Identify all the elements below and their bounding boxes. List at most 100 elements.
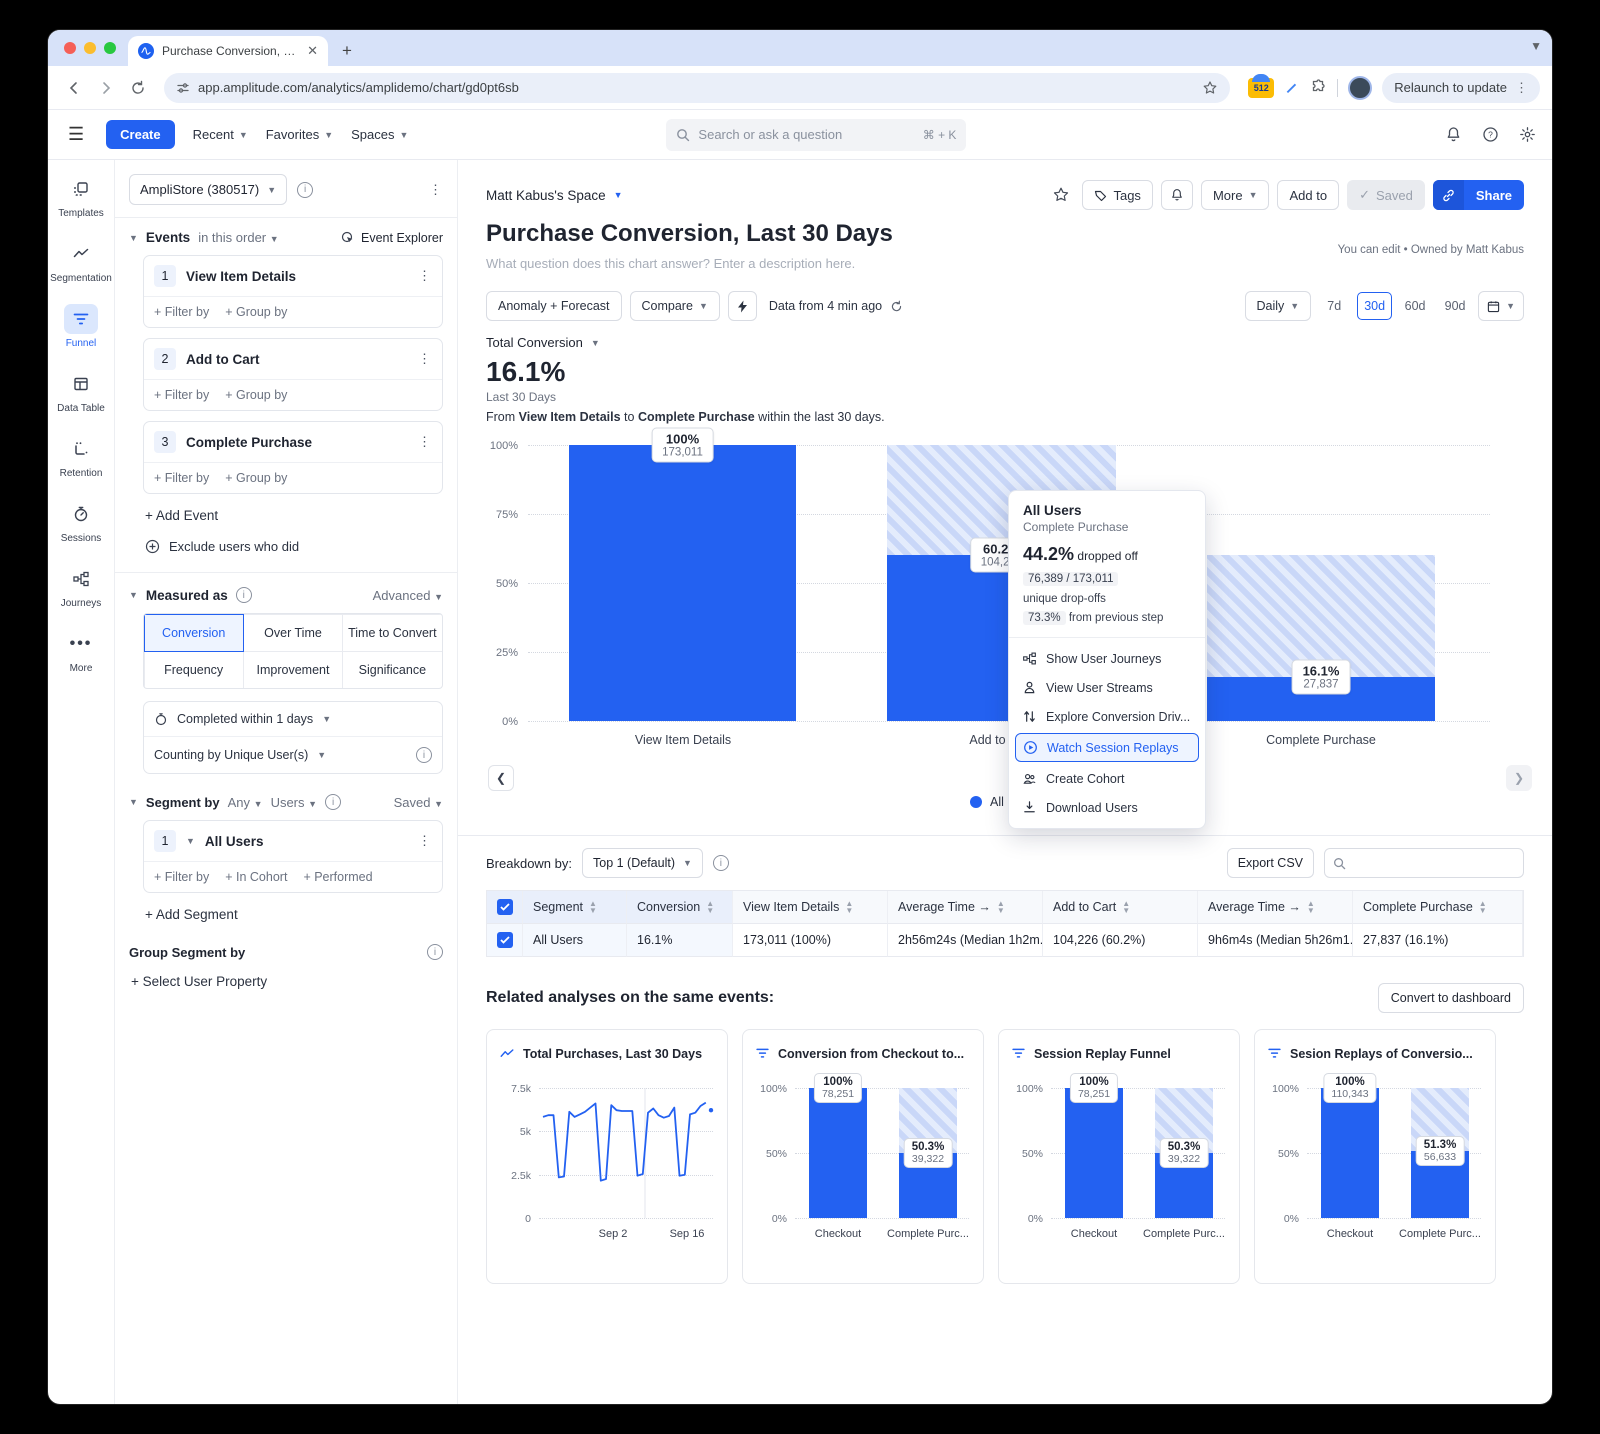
profile-avatar[interactable]	[1348, 76, 1372, 100]
col-average-time-2[interactable]: Average Time →▲▼	[1198, 891, 1353, 924]
site-settings-icon[interactable]	[176, 81, 190, 95]
collapse-chevron-icon[interactable]: ▼	[129, 590, 138, 600]
menu-watch-session-replays[interactable]: Watch Session Replays	[1015, 733, 1199, 762]
export-csv-button[interactable]: Export CSV	[1227, 848, 1314, 878]
filter-by-link[interactable]: + Filter by	[154, 388, 209, 402]
card-session-replay-funnel[interactable]: Session Replay Funnel 100% 50% 0% 100%78…	[998, 1029, 1240, 1284]
tab-time-to-convert[interactable]: Time to Convert	[342, 614, 442, 652]
event-name[interactable]: Add to Cart	[186, 352, 260, 367]
forward-icon[interactable]	[92, 74, 120, 102]
compare-dropdown[interactable]: Compare▼	[630, 291, 720, 321]
back-icon[interactable]	[60, 74, 88, 102]
bookmark-star-icon[interactable]	[1202, 80, 1218, 96]
rail-item-journeys[interactable]: Journeys	[50, 564, 112, 609]
group-by-link[interactable]: + Group by	[225, 471, 287, 485]
metric-chevron-icon[interactable]: ▼	[591, 338, 600, 348]
sort-icon[interactable]: ▲▼	[1307, 900, 1315, 914]
table-row[interactable]: All Users 16.1% 173,011 (100%) 2h56m24s …	[487, 924, 1523, 957]
menu-explore-conversion-drivers[interactable]: Explore Conversion Driv...	[1009, 702, 1205, 731]
col-segment[interactable]: Segment▲▼	[523, 891, 627, 924]
share-button[interactable]: Share	[1433, 180, 1524, 210]
rail-item-sessions[interactable]: Sessions	[50, 499, 112, 544]
rail-item-data-table[interactable]: Data Table	[50, 369, 112, 414]
create-button[interactable]: Create	[106, 120, 174, 149]
tab-search-chevron-icon[interactable]: ▼	[1530, 39, 1542, 53]
date-range-picker[interactable]: ▼	[1478, 291, 1524, 321]
col-view-item-details[interactable]: View Item Details▲▼	[733, 891, 888, 924]
menu-download-users[interactable]: Download Users	[1009, 793, 1205, 822]
segment-chevron-icon[interactable]: ▼	[186, 836, 195, 846]
rail-item-templates[interactable]: Templates	[50, 174, 112, 219]
menu-show-user-journeys[interactable]: Show User Journeys	[1009, 644, 1205, 673]
maximize-window-button[interactable]	[104, 42, 116, 54]
panel-kebab-icon[interactable]: ⋮	[429, 182, 443, 198]
menu-create-cohort[interactable]: Create Cohort	[1009, 764, 1205, 793]
alert-bell-button[interactable]	[1161, 180, 1193, 210]
browser-menu-icon[interactable]: ⋮	[1515, 80, 1528, 96]
collapse-chevron-icon[interactable]: ▼	[129, 797, 138, 807]
filter-by-link[interactable]: + Filter by	[154, 471, 209, 485]
sort-icon[interactable]: ▲▼	[845, 900, 853, 914]
copy-link-icon[interactable]	[1433, 180, 1464, 210]
col-complete-purchase[interactable]: Complete Purchase▲▼	[1353, 891, 1523, 924]
pencil-extension-icon[interactable]	[1284, 80, 1300, 96]
rail-item-segmentation[interactable]: Segmentation	[50, 239, 112, 284]
mac-window-controls[interactable]	[56, 30, 128, 66]
page-description[interactable]: What question does this chart answer? En…	[486, 256, 1524, 271]
in-cohort-link[interactable]: + In Cohort	[225, 870, 287, 884]
new-tab-button[interactable]: +	[334, 38, 360, 64]
tab-close-icon[interactable]: ✕	[307, 43, 318, 59]
scroll-right-button[interactable]: ❯	[1506, 765, 1532, 791]
rail-item-more[interactable]: ••• More	[50, 629, 112, 674]
col-add-to-cart[interactable]: Add to Cart▲▼	[1043, 891, 1198, 924]
address-bar[interactable]: app.amplitude.com/analytics/amplidemo/ch…	[164, 73, 1230, 103]
reload-icon[interactable]	[124, 74, 152, 102]
completed-within-dropdown[interactable]: Completed within 1 days▼	[144, 702, 442, 736]
sort-icon[interactable]: ▲▼	[1479, 900, 1487, 914]
tags-button[interactable]: Tags	[1082, 180, 1152, 210]
relaunch-button[interactable]: Relaunch to update ⋮	[1382, 73, 1540, 103]
info-icon[interactable]: i	[236, 587, 252, 603]
info-icon[interactable]: i	[427, 944, 443, 960]
extensions-puzzle-icon[interactable]	[1310, 79, 1327, 96]
granularity-dropdown[interactable]: Daily▼	[1245, 291, 1312, 321]
advanced-dropdown[interactable]: Advanced ▼	[373, 588, 443, 603]
range-30d[interactable]: 30d	[1357, 292, 1392, 320]
space-chevron-icon[interactable]: ▼	[614, 190, 623, 200]
row-checkbox[interactable]	[487, 924, 523, 957]
add-to-button[interactable]: Add to	[1277, 180, 1339, 210]
group-by-link[interactable]: + Group by	[225, 305, 287, 319]
notifications-bell-icon[interactable]	[1445, 126, 1462, 143]
range-90d[interactable]: 90d	[1438, 292, 1472, 320]
sort-icon[interactable]: ▲▼	[589, 900, 597, 914]
info-icon[interactable]: i	[325, 794, 341, 810]
convert-to-dashboard-button[interactable]: Convert to dashboard	[1378, 983, 1524, 1013]
hamburger-menu-icon[interactable]: ☰	[64, 124, 88, 145]
event-name[interactable]: Complete Purchase	[186, 435, 312, 450]
anomaly-forecast-button[interactable]: Anomaly + Forecast	[486, 291, 622, 321]
tab-significance[interactable]: Significance	[342, 651, 442, 689]
event-kebab-icon[interactable]: ⋮	[418, 268, 432, 284]
global-search-input[interactable]: Search or ask a question ⌘ + K	[666, 119, 966, 151]
scroll-left-button[interactable]: ❮	[488, 765, 514, 791]
event-kebab-icon[interactable]: ⋮	[418, 351, 432, 367]
col-average-time-1[interactable]: Average Time →▲▼	[888, 891, 1043, 924]
sort-icon[interactable]: ▲▼	[706, 900, 714, 914]
col-conversion[interactable]: Conversion▲▼	[627, 891, 733, 924]
sort-icon[interactable]: ▲▼	[997, 900, 1005, 914]
range-60d[interactable]: 60d	[1398, 292, 1432, 320]
breadcrumb[interactable]: Matt Kabus's Space	[486, 188, 606, 203]
filter-by-link[interactable]: + Filter by	[154, 305, 209, 319]
select-user-property-link[interactable]: + Select User Property	[131, 974, 443, 989]
filter-by-link[interactable]: + Filter by	[154, 870, 209, 884]
group-by-link[interactable]: + Group by	[225, 388, 287, 402]
funnel-bar-complete-purchase[interactable]: 16.1%27,837	[1207, 445, 1435, 721]
card-session-replays-conversion[interactable]: Sesion Replays of Conversio... 100% 50% …	[1254, 1029, 1496, 1284]
sort-icon[interactable]: ▲▼	[1122, 900, 1130, 914]
exclude-users-link[interactable]: Exclude users who did	[145, 539, 443, 554]
info-icon[interactable]: i	[297, 182, 313, 198]
tab-conversion[interactable]: Conversion	[144, 614, 244, 652]
table-search-input[interactable]	[1324, 848, 1524, 878]
funnel-bar-view-item-details[interactable]: 100%173,011	[569, 445, 796, 721]
settings-gear-icon[interactable]	[1519, 126, 1536, 143]
